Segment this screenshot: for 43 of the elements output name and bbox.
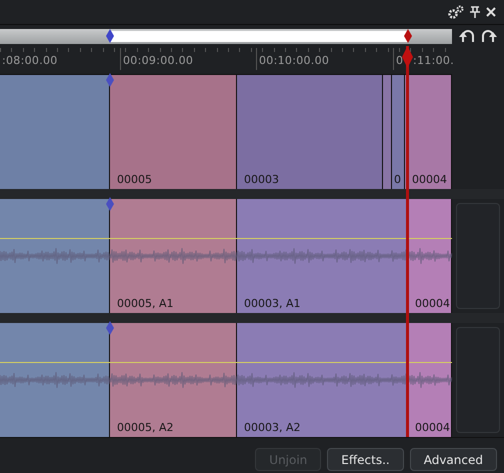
audio-clip[interactable] <box>0 323 110 437</box>
audio-clip[interactable]: 00003, A1 <box>237 199 408 313</box>
time-label: 00:10:00.00 <box>259 54 330 67</box>
time-label: :08:00.00 <box>2 54 58 67</box>
audio-clip[interactable]: 00004 <box>408 199 452 313</box>
time-label: 00:09:00.00 <box>123 54 194 67</box>
video-clip[interactable]: 00005 <box>110 75 237 189</box>
audio-clip[interactable]: 00005, A1 <box>110 199 237 313</box>
in-point-handle[interactable] <box>106 28 114 42</box>
time-label: :11:00. <box>413 54 454 67</box>
action-button[interactable]: Advanced <box>410 448 497 471</box>
clip-label: 00004 <box>412 173 447 186</box>
audio-clip[interactable]: 00004 <box>408 323 452 437</box>
video-clip[interactable]: 0 <box>392 75 405 189</box>
marker-icon <box>106 321 114 335</box>
action-button[interactable]: Effects.. <box>327 448 404 471</box>
clip-label: 00003 <box>244 173 279 186</box>
undo-icon[interactable] <box>459 28 475 44</box>
audio-clip[interactable]: 00003, A2 <box>237 323 408 437</box>
video-clip[interactable]: 00003 <box>237 75 383 189</box>
marker-icon <box>106 197 114 211</box>
redo-icon[interactable] <box>481 28 497 44</box>
clip-label: 00003, A2 <box>244 421 301 434</box>
clip-label: 00004 <box>415 297 450 310</box>
pin-icon[interactable] <box>470 6 480 18</box>
clip-label: 00005, A1 <box>117 297 174 310</box>
settings-icon[interactable] <box>448 5 464 19</box>
out-point-handle[interactable] <box>404 28 412 42</box>
clip-label: 00003, A1 <box>244 297 301 310</box>
clip-label: 0 <box>394 173 401 186</box>
clip-label: 00005, A2 <box>117 421 174 434</box>
playhead-handle[interactable] <box>402 46 413 68</box>
range-bar[interactable] <box>0 28 452 44</box>
clip-label: 00004 <box>415 421 450 434</box>
audio-clip[interactable] <box>0 199 110 313</box>
video-clip[interactable] <box>383 75 392 189</box>
audio-clip[interactable]: 00005, A2 <box>110 323 237 437</box>
video-clip[interactable]: 00004 <box>405 75 452 189</box>
marker-icon <box>106 73 114 87</box>
clip-label: 00005 <box>117 173 152 186</box>
video-clip[interactable] <box>0 75 110 189</box>
close-icon[interactable] <box>486 7 496 17</box>
time-label: 0 <box>396 54 404 67</box>
